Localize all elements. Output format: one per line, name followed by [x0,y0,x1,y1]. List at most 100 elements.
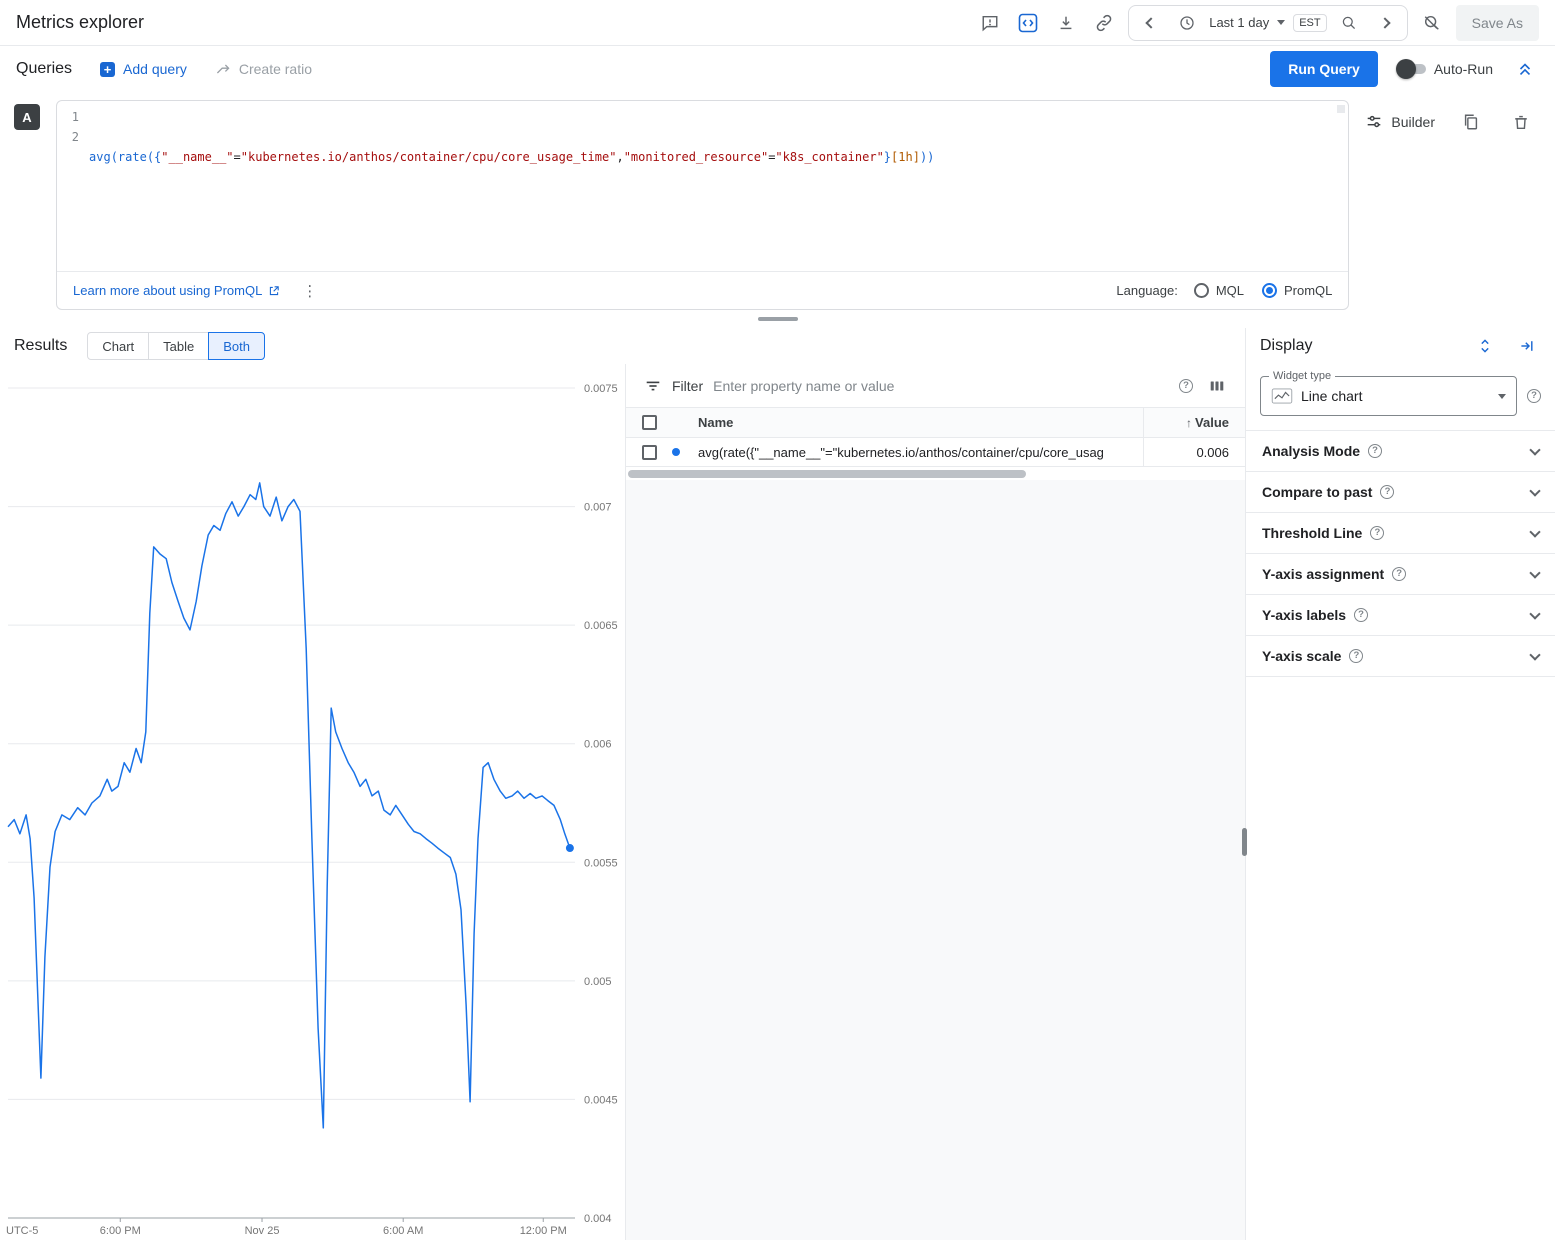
chevron-left-icon[interactable] [1137,9,1165,37]
copy-icon[interactable] [1457,108,1485,136]
help-icon[interactable] [1349,649,1363,663]
display-section-y-axis-scale[interactable]: Y-axis scale [1246,635,1555,676]
help-icon[interactable] [1179,379,1193,393]
query-editor-section: A 12 avg(rate({"__name__"="kubernetes.io… [0,92,1555,310]
learn-more-label: Learn more about using PromQL [73,283,262,298]
code-token: "__name__" [161,150,233,164]
row-checkbox[interactable] [642,445,657,460]
collapse-panel-icon[interactable] [1513,332,1541,360]
help-icon[interactable] [1527,389,1541,403]
filter-label[interactable]: Filter [672,378,703,394]
filter-icon[interactable] [644,377,662,395]
row-value: 0.006 [1144,445,1245,460]
code-token: rate [118,150,147,164]
display-section-threshold-line[interactable]: Threshold Line [1246,512,1555,553]
learn-more-link[interactable]: Learn more about using PromQL [73,283,280,298]
create-ratio-label: Create ratio [239,61,312,77]
code-line-1: avg(rate({"__name__"="kubernetes.io/anth… [89,147,1348,167]
scrollbar-thumb[interactable] [628,470,1026,478]
download-icon[interactable] [1052,9,1080,37]
toggle-track-icon[interactable] [1400,64,1426,74]
y-axis-label: 0.007 [584,502,612,514]
widget-type-select[interactable]: Widget type Line chart [1260,376,1517,416]
x-axis-label: 6:00 PM [100,1225,141,1237]
results-title: Results [14,337,67,355]
language-option-promql[interactable]: PromQL [1262,283,1332,298]
create-ratio-button[interactable]: Create ratio [215,61,312,77]
help-icon[interactable] [1354,608,1368,622]
y-axis-label: 0.005 [584,976,612,988]
code-token: "kubernetes.io/anthos/container/cpu/core… [241,150,617,164]
chart-panel: 0.0040.00450.0050.00550.0060.00650.0070.… [0,364,625,1240]
timezone-chip[interactable]: EST [1293,14,1326,32]
builder-button[interactable]: Builder [1365,113,1435,131]
chart-end-dot [566,844,574,852]
code-line-2 [89,207,1348,227]
column-settings-icon[interactable] [1203,372,1231,400]
select-all-checkbox[interactable] [642,415,657,430]
sort-ascending-icon[interactable] [1186,415,1192,430]
table-header-row: Name Value [626,408,1245,438]
horizontal-scrollbar[interactable] [626,467,1245,480]
code-content[interactable]: avg(rate({"__name__"="kubernetes.io/anth… [89,107,1348,267]
results-chart[interactable]: 0.0040.00450.0050.00550.0060.00650.0070.… [0,364,625,1240]
editor-scrollbar[interactable] [1337,105,1345,113]
help-icon[interactable] [1392,567,1406,581]
metrics-explorer-page: Metrics explorer Last 1 day EST [0,0,1555,1240]
radio-icon[interactable] [1262,283,1277,298]
code-icon[interactable] [1014,9,1042,37]
delete-icon[interactable] [1507,108,1535,136]
table-row[interactable]: avg(rate({"__name__"="kubernetes.io/anth… [626,438,1245,467]
queries-title: Queries [16,60,72,78]
time-range-selector[interactable]: Last 1 day [1209,15,1269,30]
line-chart-icon [1271,388,1293,404]
drag-handle-icon[interactable] [758,317,798,321]
tab-chart[interactable]: Chart [87,332,149,360]
radio-icon[interactable] [1194,283,1209,298]
chevron-down-icon [1529,567,1540,578]
code-token: ({ [147,150,161,164]
display-section-y-axis-labels[interactable]: Y-axis labels [1246,594,1555,635]
help-icon[interactable] [1380,485,1394,499]
collapse-all-icon[interactable] [1511,55,1539,83]
dropdown-caret-icon [1498,394,1506,399]
x-axis-label: Nov 25 [245,1225,280,1237]
display-section-compare-to-past[interactable]: Compare to past [1246,471,1555,512]
chevron-down-icon [1529,608,1540,619]
value-column-header[interactable]: Value [1144,415,1245,430]
chevron-right-icon[interactable] [1371,9,1399,37]
value-column-label: Value [1195,415,1229,430]
add-query-button[interactable]: Add query [100,61,187,77]
code-area[interactable]: 12 avg(rate({"__name__"="kubernetes.io/a… [57,101,1348,271]
chevron-down-icon [1529,649,1540,660]
feedback-icon[interactable] [976,9,1004,37]
external-link-icon [268,285,280,297]
zoom-off-icon[interactable] [1418,9,1446,37]
split-arrow-icon [215,61,231,77]
tab-table[interactable]: Table [148,332,209,360]
caret-down-icon[interactable] [1277,20,1285,25]
query-letter-badge[interactable]: A [14,104,40,130]
name-column-header[interactable]: Name [698,408,1144,437]
tab-both[interactable]: Both [208,332,265,360]
help-icon[interactable] [1368,444,1382,458]
unfold-sections-icon[interactable] [1471,332,1499,360]
more-options-icon[interactable] [302,282,316,300]
search-icon[interactable] [1335,9,1363,37]
vertical-resize-handle[interactable] [1242,828,1247,856]
filter-input[interactable] [713,378,1169,394]
help-icon[interactable] [1370,526,1384,540]
chevron-down-icon [1529,485,1540,496]
link-icon[interactable] [1090,9,1118,37]
horizontal-resize-handle[interactable] [0,310,1555,328]
save-as-button[interactable]: Save As [1456,5,1539,41]
display-section-analysis-mode[interactable]: Analysis Mode [1246,430,1555,471]
run-query-button[interactable]: Run Query [1270,51,1378,87]
chevron-down-icon [1529,526,1540,537]
auto-run-toggle[interactable]: Auto-Run [1396,61,1493,77]
display-header: Display [1246,328,1555,364]
language-option-mql[interactable]: MQL [1194,283,1244,298]
section-label: Threshold Line [1262,525,1362,541]
toggle-knob-icon[interactable] [1396,59,1416,79]
display-section-y-axis-assignment[interactable]: Y-axis assignment [1246,553,1555,594]
